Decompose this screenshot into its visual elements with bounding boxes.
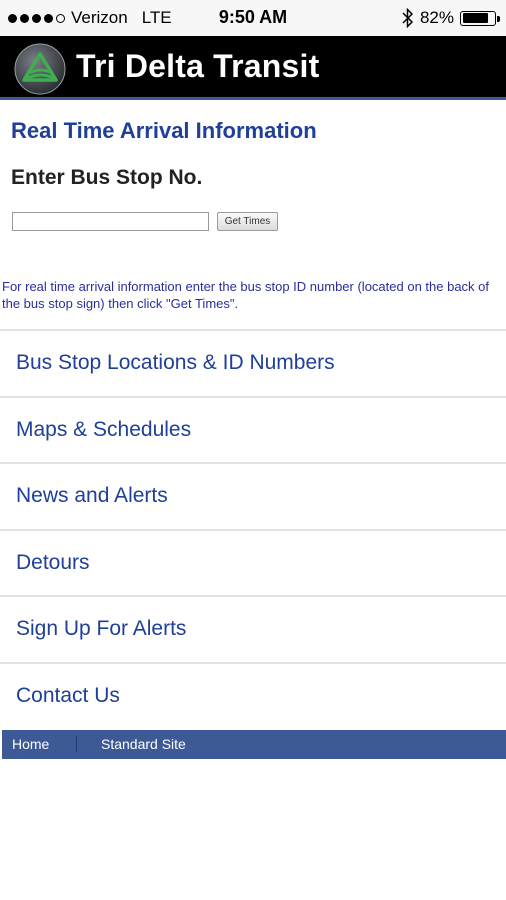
status-bar: Verizon LTE 9:50 AM 82% <box>0 0 506 36</box>
app-title: Tri Delta Transit <box>76 48 320 84</box>
menu-item-label: Detours <box>16 550 90 574</box>
tri-delta-logo-icon <box>14 43 66 95</box>
realtime-title: Real Time Arrival Information <box>11 118 317 143</box>
menu-item-news-alerts[interactable]: News and Alerts <box>0 462 506 529</box>
get-times-button[interactable]: Get Times <box>217 212 278 231</box>
footer-divider <box>76 736 77 752</box>
menu-item-label: Maps & Schedules <box>16 417 192 441</box>
menu-item-contact-us[interactable]: Contact Us <box>0 661 506 729</box>
battery-percent: 82% <box>419 8 454 27</box>
menu-item-detours[interactable]: Detours <box>0 528 506 596</box>
bus-stop-input[interactable] <box>12 212 209 231</box>
menu-item-label: Contact Us <box>16 683 120 707</box>
menu-item-bus-stop-locations[interactable]: Bus Stop Locations & ID Numbers <box>0 329 506 396</box>
app-header: Tri Delta Transit <box>0 36 506 100</box>
footer-nav: Home Standard Site <box>2 730 506 759</box>
status-right: 82% <box>402 7 500 29</box>
bluetooth-icon <box>402 8 414 28</box>
menu-item-label: Bus Stop Locations & ID Numbers <box>16 351 335 375</box>
realtime-help-text: For real time arrival information enter … <box>2 279 490 311</box>
main-menu: Bus Stop Locations & ID Numbers Maps & S… <box>0 329 506 728</box>
footer-standard-site-link[interactable]: Standard Site <box>101 736 186 752</box>
footer-home-link[interactable]: Home <box>12 736 49 752</box>
menu-item-sign-up-alerts[interactable]: Sign Up For Alerts <box>0 595 506 662</box>
menu-item-maps-schedules[interactable]: Maps & Schedules <box>0 395 506 463</box>
menu-item-label: Sign Up For Alerts <box>16 617 187 641</box>
battery-icon <box>460 10 500 26</box>
bus-stop-label: Enter Bus Stop No. <box>11 166 203 189</box>
menu-item-label: News and Alerts <box>16 484 168 508</box>
